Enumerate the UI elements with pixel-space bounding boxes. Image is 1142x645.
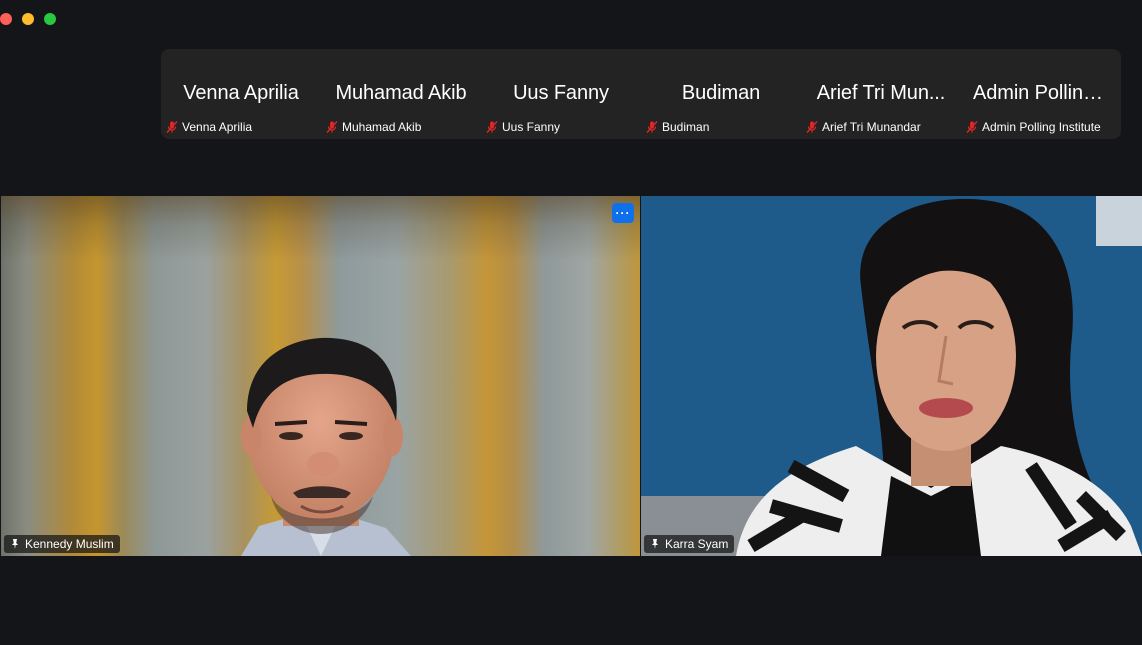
participant-label-text: Arief Tri Munandar xyxy=(822,120,921,134)
participant-label: Arief Tri Munandar xyxy=(805,119,921,135)
video-tile-kennedy[interactable]: ··· Kennedy Muslim xyxy=(1,196,640,556)
muted-mic-icon xyxy=(326,121,338,133)
participant-display-name: Arief Tri Mun... xyxy=(816,82,946,104)
participant-display-name: Budiman xyxy=(681,82,761,104)
participant-label: Venna Aprilia xyxy=(165,119,252,135)
participant-tile[interactable]: Muhamad Akib Muhamad Akib xyxy=(321,49,481,139)
more-options-button[interactable]: ··· xyxy=(612,203,634,223)
participant-display-name: Venna Aprilia xyxy=(183,82,299,104)
participant-strip: Venna Aprilia Venna Aprilia Muhamad Akib… xyxy=(161,49,1121,139)
window-controls xyxy=(0,13,56,25)
participant-label-text: Budiman xyxy=(662,120,710,134)
participant-video-image xyxy=(641,196,1142,556)
participant-label-text: Venna Aprilia xyxy=(182,120,253,134)
close-window-button[interactable] xyxy=(0,13,12,25)
participant-tile[interactable]: Budiman Budiman xyxy=(641,49,801,139)
participant-label: Muhamad Akib xyxy=(325,119,421,135)
muted-mic-icon xyxy=(966,121,978,133)
pin-icon xyxy=(652,539,658,549)
muted-mic-icon xyxy=(806,121,818,133)
muted-mic-icon xyxy=(646,121,658,133)
video-participant-name: Kennedy Muslim xyxy=(25,537,114,551)
video-participant-name: Karra Syam xyxy=(665,537,729,551)
muted-mic-icon xyxy=(486,121,498,133)
participant-label: Budiman xyxy=(645,119,709,135)
participant-tile[interactable]: Admin Polling... Admin Polling Institute xyxy=(961,49,1121,139)
participant-label: Admin Polling Institute xyxy=(965,119,1101,135)
participant-label-text: Admin Polling Institute xyxy=(982,120,1101,134)
participant-display-name: Muhamad Akib xyxy=(335,82,467,104)
pin-icon xyxy=(12,539,18,549)
participant-label-text: Muhamad Akib xyxy=(342,120,422,134)
participant-tile[interactable]: Uus Fanny Uus Fanny xyxy=(481,49,641,139)
participant-label-text: Uus Fanny xyxy=(502,120,561,134)
video-name-tag: Karra Syam xyxy=(644,535,735,553)
minimize-window-button[interactable] xyxy=(22,13,34,25)
participant-tile[interactable]: Venna Aprilia Venna Aprilia xyxy=(161,49,321,139)
participant-label: Uus Fanny xyxy=(485,119,560,135)
maximize-window-button[interactable] xyxy=(44,13,56,25)
video-name-tag: Kennedy Muslim xyxy=(4,535,120,553)
video-tile-karra[interactable]: Karra Syam xyxy=(641,196,1142,556)
participant-display-name: Uus Fanny xyxy=(513,82,609,104)
participant-tile[interactable]: Arief Tri Mun... Arief Tri Munandar xyxy=(801,49,961,139)
participant-video-image xyxy=(241,337,411,556)
participant-display-name: Admin Polling... xyxy=(973,82,1111,104)
muted-mic-icon xyxy=(166,121,178,133)
